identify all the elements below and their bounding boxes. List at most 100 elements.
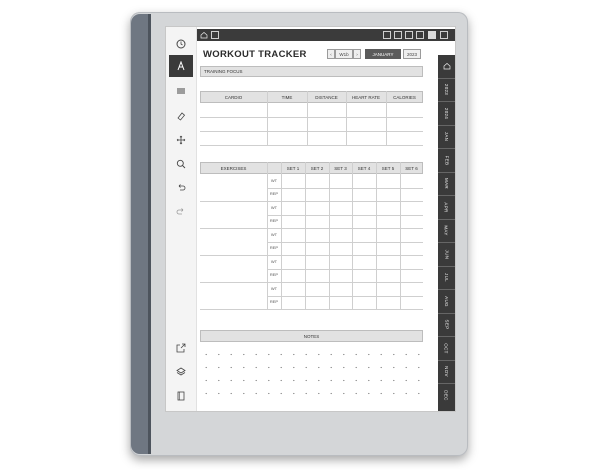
tab-icon-5[interactable]: [428, 31, 436, 39]
eraser-icon[interactable]: [169, 105, 193, 127]
exercise-header-set1: SET 1: [286, 165, 300, 171]
tab-feb[interactable]: FEB: [438, 149, 455, 173]
wt-label: WT: [270, 259, 278, 264]
tab-jan[interactable]: JAN: [438, 126, 455, 149]
cardio-header-calories: CALORIES: [393, 94, 416, 100]
tab-apr[interactable]: APR: [438, 196, 455, 220]
tab-icon-1[interactable]: [383, 31, 391, 39]
exercise-row-line: [267, 296, 423, 297]
tab-label: SEP: [444, 319, 449, 330]
exercise-divider: [305, 162, 306, 309]
side-tabs: 2023 2024 JAN FEB MAR APR MAY JUN JUL AU…: [438, 55, 455, 411]
cardio-divider: [386, 91, 387, 145]
week-selector[interactable]: W1b: [335, 49, 353, 59]
menu-circle-icon[interactable]: [169, 33, 193, 55]
device-spine: [131, 14, 151, 454]
exercise-header-set2: SET 2: [310, 165, 324, 171]
page-title: WORKOUT TRACKER: [203, 49, 307, 60]
zoom-icon[interactable]: [169, 153, 193, 175]
tab-home[interactable]: [438, 55, 455, 79]
tab-label: APR: [444, 202, 449, 213]
tab-label: MAY: [443, 225, 449, 236]
notes-area[interactable]: [200, 347, 426, 403]
tab-may[interactable]: MAY: [438, 220, 455, 243]
cardio-row-line: [200, 131, 423, 132]
doc-icon[interactable]: [211, 31, 219, 39]
left-toolbar: [166, 27, 197, 411]
tab-nov[interactable]: NOV: [438, 361, 455, 384]
tab-label: MAR: [444, 178, 449, 190]
cardio-header-heart-rate: HEART RATE: [351, 94, 380, 100]
tab-label: 2023: [444, 84, 449, 96]
exercise-group-line: [200, 228, 423, 229]
dot-row: [200, 364, 426, 371]
training-focus-label: TRAINING FOCUS: [204, 69, 243, 74]
tab-oct[interactable]: OCT: [438, 337, 455, 361]
cardio-divider: [346, 91, 347, 145]
wt-label: WT: [270, 286, 278, 291]
tab-icon-6[interactable]: [440, 31, 448, 39]
tab-mar[interactable]: MAR: [438, 173, 455, 196]
exercise-header-exercises: EXERCISES: [220, 165, 247, 171]
screen: WORKOUT TRACKER ‹ W1b › JANUARY 2023 TRA…: [165, 26, 456, 412]
undo-icon[interactable]: [169, 177, 193, 199]
export-icon[interactable]: [169, 337, 193, 359]
dot-row: [200, 377, 426, 384]
layers-icon[interactable]: [169, 361, 193, 383]
tab-aug[interactable]: AUG: [438, 290, 455, 314]
pen-icon[interactable]: [169, 55, 193, 77]
cardio-header-cardio: CARDIO: [224, 94, 243, 100]
exercise-header-set3: SET 3: [334, 165, 347, 171]
planner-page: WORKOUT TRACKER ‹ W1b › JANUARY 2023 TRA…: [197, 27, 455, 411]
tab-label: JAN: [444, 132, 449, 142]
tab-icon-4[interactable]: [416, 31, 424, 39]
tab-label: OCT: [444, 343, 449, 354]
dot-row: [200, 351, 426, 358]
exercise-header-set6: SET 6: [405, 165, 418, 171]
exercise-row-line: [267, 215, 423, 216]
rep-label: REP: [269, 245, 279, 250]
exercise-header-set5: SET 5: [381, 165, 395, 171]
tab-2024[interactable]: 2024: [438, 102, 455, 126]
exercise-group-line: [200, 255, 423, 256]
home-icon[interactable]: [200, 31, 208, 39]
rep-label: REP: [269, 191, 279, 196]
tab-jul[interactable]: JUL: [438, 267, 455, 290]
exercise-divider: [376, 162, 377, 309]
cardio-divider: [307, 91, 308, 145]
tab-dec[interactable]: DEC: [438, 384, 455, 408]
exercise-row-line: [267, 269, 423, 270]
wt-label: WT: [270, 232, 278, 237]
prev-week-button[interactable]: ‹: [327, 49, 335, 59]
training-focus-bar[interactable]: TRAINING FOCUS: [200, 66, 423, 77]
lines-icon[interactable]: [169, 80, 193, 102]
exercise-divider: [352, 162, 353, 309]
tab-jun[interactable]: JUN: [438, 243, 455, 267]
wt-label: WT: [270, 178, 278, 183]
exercise-divider: [400, 162, 401, 309]
page-icon[interactable]: [169, 385, 193, 407]
cardio-header-time: TIME: [281, 94, 293, 100]
tab-label: DEC: [444, 390, 449, 401]
tab-label: JUN: [444, 249, 449, 260]
cardio-row-line: [200, 145, 423, 146]
tab-sep[interactable]: SEP: [438, 314, 455, 337]
tab-2023[interactable]: 2023: [438, 79, 455, 102]
exercise-group-line: [200, 282, 423, 283]
notes-label: NOTES: [303, 333, 320, 339]
redo-icon[interactable]: [169, 201, 193, 223]
month-selector[interactable]: JANUARY: [365, 49, 401, 59]
exercise-header-set4: SET 4: [357, 165, 371, 171]
move-icon[interactable]: [169, 129, 193, 151]
next-week-button[interactable]: ›: [353, 49, 361, 59]
exercise-group-line: [200, 309, 423, 310]
year-selector[interactable]: 2023: [403, 49, 421, 59]
tab-icon-2[interactable]: [394, 31, 402, 39]
exercise-row-line: [267, 188, 423, 189]
dot-row: [200, 390, 426, 397]
tab-icon-3[interactable]: [405, 31, 413, 39]
tab-label: 2024: [444, 107, 449, 119]
wt-label: WT: [270, 205, 278, 210]
exercise-divider: [329, 162, 330, 309]
exercise-row-line: [267, 242, 423, 243]
